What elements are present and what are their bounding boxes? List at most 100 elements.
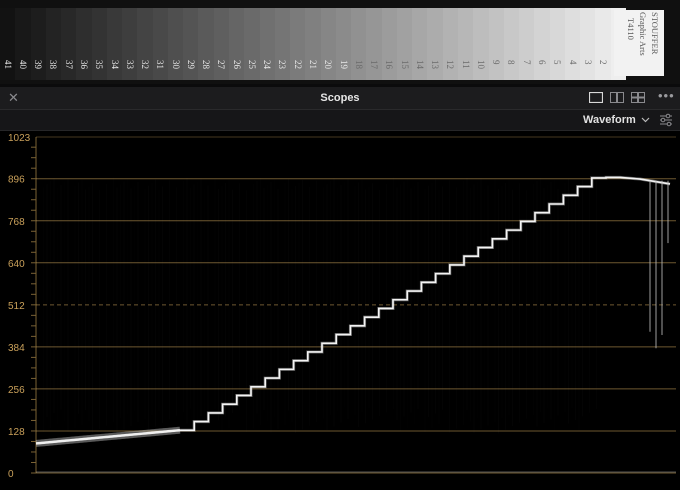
quad-view-icon[interactable] <box>631 92 645 103</box>
wedge-step-number: 27 <box>216 60 227 69</box>
wedge-step-number: 19 <box>338 60 349 69</box>
single-view-icon[interactable] <box>589 92 603 103</box>
wedge-step <box>122 8 138 80</box>
wedge-step-number: 33 <box>124 60 135 69</box>
graticule-label: 128 <box>8 427 25 438</box>
wedge-step <box>152 8 168 80</box>
graticule-label: 256 <box>8 385 25 396</box>
panel-title: Scopes <box>320 92 360 104</box>
wedge-step-number: 36 <box>78 60 89 69</box>
wedge-step-number: 34 <box>109 60 120 69</box>
wedge-step <box>213 8 229 80</box>
wedge-step <box>274 8 291 80</box>
wedge-step-number: 12 <box>445 60 456 69</box>
step-wedge-label: STOUFFER Graphic Arts T4110 <box>614 10 664 76</box>
wedge-step <box>259 8 275 80</box>
graticule-label: 384 <box>8 343 25 354</box>
wedge-step <box>549 8 565 80</box>
wedge-step <box>290 8 306 80</box>
scope-type-label: Waveform <box>583 114 636 126</box>
wedge-step <box>45 8 62 80</box>
scopes-panel-header: ✕ Scopes ••• <box>0 87 680 110</box>
wedge-step <box>305 8 321 80</box>
brand-line-2: Graphic Arts <box>638 12 648 56</box>
wedge-step <box>381 8 397 80</box>
wedge-step <box>198 8 214 80</box>
wedge-step <box>15 8 31 80</box>
wedge-step-number: 24 <box>262 60 273 69</box>
wedge-step <box>442 8 458 80</box>
wedge-step <box>137 8 153 80</box>
wedge-step-number: 16 <box>384 60 395 69</box>
brand-line-1: STOUFFER <box>650 12 660 55</box>
graticule-label: 0 <box>8 469 14 480</box>
wedge-step <box>564 8 581 80</box>
wedge-step-number: 2 <box>598 60 609 65</box>
wedge-step <box>106 8 123 80</box>
wedge-step <box>76 8 92 80</box>
step-wedge-image: 41 40 39 38 37 36 35 34 33 32 31 30 29 28 27 26 25 24 23 22… <box>0 0 680 84</box>
brand-line-3: T4110 <box>626 18 636 40</box>
wedge-step <box>61 8 77 80</box>
wedge-step-number: 17 <box>369 60 380 69</box>
wedge-step-number: 15 <box>399 60 410 69</box>
wedge-step <box>473 8 489 80</box>
wedge-step <box>580 8 596 80</box>
wedge-step-number: 18 <box>353 60 364 69</box>
wedge-step-number: 3 <box>582 60 593 65</box>
dual-view-icon[interactable] <box>610 92 624 103</box>
noise-spikes <box>43 177 597 434</box>
waveform-plot: 1023 896 768 640 512 384 256 128 0 <box>8 133 676 480</box>
wedge-step <box>183 8 199 80</box>
wedge-step <box>0 8 16 80</box>
wedge-step-number: 22 <box>292 60 303 69</box>
wedge-step-number: 8 <box>506 60 517 65</box>
wedge-step-number: 38 <box>48 60 59 69</box>
wedge-step-number: 9 <box>491 60 502 65</box>
graticule-label: 768 <box>8 217 25 228</box>
wedge-step <box>351 8 367 80</box>
wedge-step-number: 13 <box>430 60 441 69</box>
wedge-step <box>366 8 382 80</box>
wedge-step <box>595 8 611 80</box>
chevron-down-icon <box>641 117 650 123</box>
wedge-step <box>30 8 46 80</box>
graticule-label: 896 <box>8 175 25 186</box>
graticule-label: 512 <box>8 301 25 312</box>
wedge-step <box>335 8 352 80</box>
wedge-step <box>488 8 504 80</box>
wedge-step-number: 37 <box>63 60 74 69</box>
wedge-step-number: 7 <box>521 60 532 65</box>
wedge-step-number: 32 <box>140 60 151 69</box>
settings-sliders-icon[interactable] <box>656 111 676 129</box>
graticule-label: 1023 <box>8 133 31 144</box>
wedge-step-number: 14 <box>414 60 425 69</box>
wedge-step <box>396 8 413 80</box>
more-icon[interactable]: ••• <box>658 88 675 103</box>
wedge-step <box>519 8 535 80</box>
wedge-step <box>457 8 474 80</box>
wedge-step-number: 21 <box>308 60 318 69</box>
wedge-step-number: 6 <box>537 60 548 65</box>
wedge-step-number: 35 <box>94 60 105 69</box>
graticule-label: 640 <box>8 259 25 270</box>
wedge-step <box>427 8 443 80</box>
wedge-step-number: 39 <box>33 60 44 69</box>
wedge-step-number: 11 <box>460 60 471 69</box>
wedge-step <box>228 8 245 80</box>
wedge-step-number: 28 <box>201 60 212 69</box>
wedge-step-number: 5 <box>552 60 563 65</box>
waveform-base-trace <box>35 428 181 445</box>
wedge-step-number: 41 <box>2 60 13 69</box>
wedge-step-number: 26 <box>231 60 242 69</box>
wedge-step-number: 31 <box>155 60 166 69</box>
wedge-step <box>412 8 428 80</box>
scopes-toolbar: Waveform <box>0 110 680 131</box>
wedge-step-number: 23 <box>277 60 288 69</box>
wedge-step-number: 25 <box>246 60 257 69</box>
wedge-step-number: 10 <box>475 60 486 69</box>
wedge-step <box>244 8 260 80</box>
wedge-step <box>503 8 520 80</box>
wedge-step <box>534 8 550 80</box>
scope-type-dropdown[interactable]: Waveform <box>583 112 650 128</box>
